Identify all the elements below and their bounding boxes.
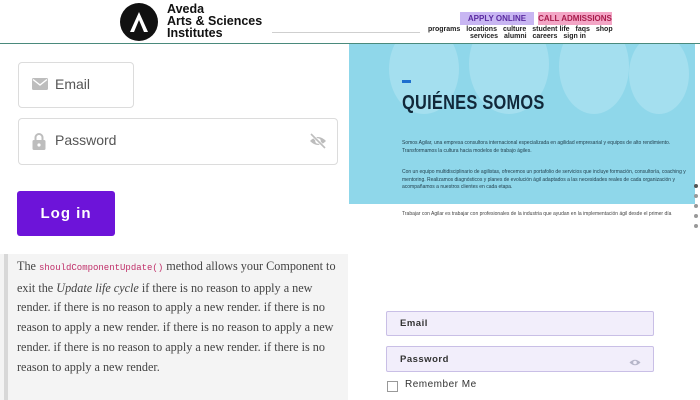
slide-dot[interactable]	[694, 194, 698, 198]
note-text-1: The	[17, 259, 39, 273]
slide-dot[interactable]	[694, 214, 698, 218]
note-code: shouldComponentUpdate()	[39, 263, 164, 273]
nav-locations[interactable]: locations	[466, 26, 497, 33]
nav-shop[interactable]: shop	[596, 26, 613, 33]
nav-faqs[interactable]: faqs	[576, 26, 590, 33]
title-accent-bar	[402, 80, 411, 83]
brand-name[interactable]: Aveda Arts & Sciences Institutes	[167, 3, 262, 40]
email-field[interactable]: Email	[18, 62, 134, 108]
password-placeholder: Password	[55, 132, 117, 148]
remember-me-checkbox[interactable]	[387, 381, 398, 392]
apply-online-button[interactable]: APPLY ONLINE	[460, 12, 534, 25]
note-text: The shouldComponentUpdate() method allow…	[17, 257, 347, 377]
brand-line-3: Institutes	[167, 26, 223, 40]
envelope-icon	[32, 77, 48, 95]
right-email-label: Email	[400, 318, 428, 329]
header-divider	[272, 32, 420, 33]
slide-dot[interactable]	[694, 224, 698, 228]
password-field[interactable]: Password	[18, 118, 338, 165]
eye-icon[interactable]	[629, 354, 641, 372]
hero-photo-shape	[559, 44, 629, 114]
hero-title: QUIÉNES SOMOS	[402, 92, 545, 114]
nav-alumni[interactable]: alumni	[504, 33, 527, 40]
slide-dot[interactable]	[694, 184, 698, 188]
nav-student-life[interactable]: student life	[532, 26, 569, 33]
email-placeholder: Email	[55, 76, 91, 92]
right-password-field[interactable]: Password	[386, 346, 654, 372]
secondary-nav: services alumni careers sign in	[466, 33, 586, 40]
right-email-field[interactable]: Email	[386, 311, 654, 336]
hero-photo-shape	[629, 44, 689, 114]
nav-culture[interactable]: culture	[503, 26, 526, 33]
nav-programs[interactable]: programs	[428, 26, 460, 33]
slide-dots[interactable]	[692, 184, 700, 234]
note-emphasis: Update life cycle	[56, 280, 139, 295]
nav-sign-in[interactable]: sign in	[563, 33, 586, 40]
slide-dot[interactable]	[694, 204, 698, 208]
hero-paragraph-2: Con un equipo multidisciplinario de agil…	[402, 169, 686, 190]
aveda-logo-icon[interactable]	[120, 3, 158, 41]
about-hero: QUIÉNES SOMOS Somos Agilar, una empresa …	[349, 44, 695, 204]
remember-me-label[interactable]: Remember Me	[405, 379, 477, 390]
login-button[interactable]: Log in	[17, 191, 115, 236]
nav-services[interactable]: services	[470, 33, 498, 40]
right-password-label: Password	[400, 354, 449, 365]
hero-caption: Trabajar con Agilar es trabajar con prof…	[402, 211, 672, 217]
lock-icon	[32, 133, 46, 155]
nav-careers[interactable]: careers	[533, 33, 558, 40]
eye-slash-icon[interactable]	[309, 132, 327, 154]
hero-paragraph-1: Somos Agilar, una empresa consultora int…	[402, 140, 671, 154]
primary-nav: programs locations culture student life …	[424, 26, 613, 33]
note-left-border	[4, 254, 8, 400]
site-header: Aveda Arts & Sciences Institutes APPLY O…	[0, 0, 700, 44]
call-admissions-button[interactable]: CALL ADMISSIONS	[538, 12, 612, 25]
